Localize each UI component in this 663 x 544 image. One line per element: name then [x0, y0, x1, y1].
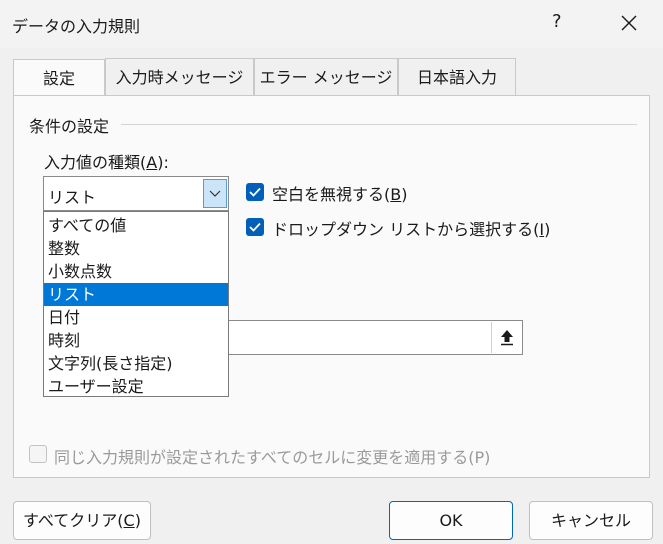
tab-error-message[interactable]: エラー メッセージ	[254, 58, 398, 96]
apply-all-checkbox[interactable]	[29, 445, 47, 463]
dropdown-option-selected[interactable]: リスト	[44, 283, 228, 306]
dropdown-option[interactable]: 日付	[44, 306, 228, 329]
dropdown-option[interactable]: 時刻	[44, 329, 228, 352]
range-select-button[interactable]	[491, 322, 522, 353]
tab-ime[interactable]: 日本語入力	[398, 58, 516, 96]
dialog-title: データの入力規則	[12, 17, 141, 36]
source-input[interactable]	[229, 320, 523, 355]
close-icon	[621, 15, 637, 31]
dropdown-option[interactable]: すべての値	[44, 214, 228, 237]
in-cell-dropdown-checkbox[interactable]	[246, 218, 264, 236]
dropdown-option[interactable]: ユーザー設定	[44, 375, 228, 398]
cancel-button[interactable]: キャンセル	[529, 501, 653, 540]
clear-all-button[interactable]: すべてクリア(C)	[13, 501, 151, 540]
checkmark-icon	[249, 187, 261, 197]
checkmark-icon	[249, 222, 261, 232]
ok-button[interactable]: OK	[389, 501, 513, 540]
tab-settings[interactable]: 設定	[13, 59, 105, 96]
dropdown-option[interactable]: 文字列(長さ指定)	[44, 352, 228, 375]
ignore-blank-label[interactable]: 空白を無視する(B)	[272, 181, 407, 205]
type-label: 入力値の種類(A):	[44, 153, 169, 172]
type-dropdown-list[interactable]: すべての値 整数 小数点数 リスト 日付 時刻 文字列(長さ指定) ユーザー設定	[43, 211, 229, 397]
help-button[interactable]: ?	[552, 11, 562, 32]
chevron-down-icon	[209, 190, 221, 197]
group-divider	[121, 124, 637, 125]
ignore-blank-checkbox[interactable]	[246, 183, 264, 201]
type-combobox[interactable]: リスト	[43, 176, 229, 211]
type-combobox-button[interactable]	[203, 179, 227, 208]
conditions-group-title: 条件の設定	[29, 117, 110, 136]
type-combobox-value: リスト	[48, 188, 97, 207]
dropdown-option[interactable]: 小数点数	[44, 260, 228, 283]
tab-input-message[interactable]: 入力時メッセージ	[105, 58, 254, 96]
apply-all-label: 同じ入力規則が設定されたすべてのセルに変更を適用する(P)	[54, 448, 491, 467]
collapse-dialog-icon	[501, 330, 513, 346]
close-button[interactable]	[614, 6, 644, 38]
in-cell-dropdown-label[interactable]: ドロップダウン リストから選択する(I)	[272, 216, 550, 240]
dropdown-option[interactable]: 整数	[44, 237, 228, 260]
